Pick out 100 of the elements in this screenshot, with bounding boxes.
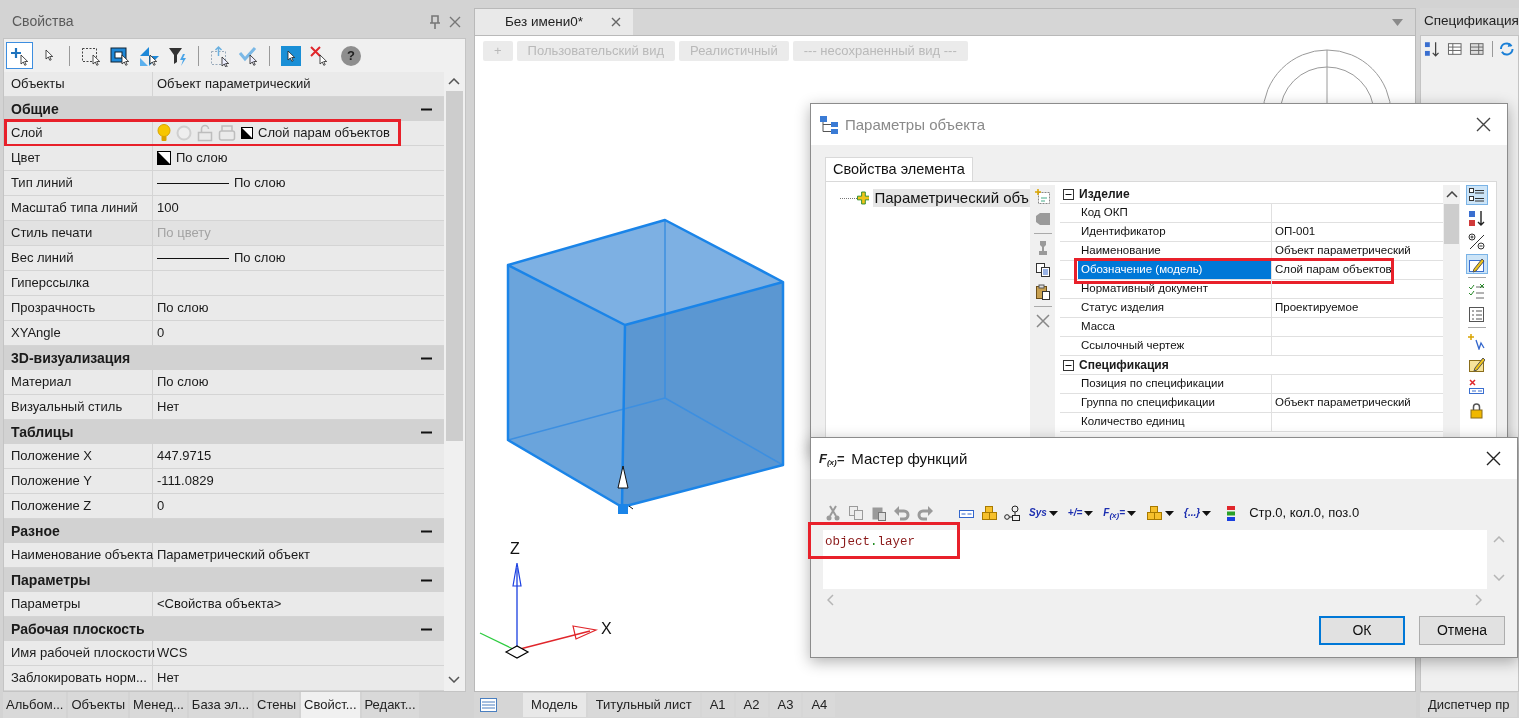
collapse-icon[interactable]	[1063, 188, 1074, 200]
document-tab[interactable]: Без имени0*	[475, 9, 633, 35]
property-name[interactable]: Количество единиц	[1078, 413, 1272, 431]
caret-icon[interactable]	[1127, 510, 1136, 516]
property-name: XYAngle	[4, 321, 153, 345]
property-value: По слою	[176, 150, 228, 166]
property-value: ОП-001	[1274, 224, 1317, 240]
property-value: 447.9715	[157, 448, 212, 464]
panel-tab[interactable]: Альбом...	[3, 692, 67, 718]
panel-tab[interactable]: Диспетчер пр	[1420, 693, 1518, 717]
property-name: Заблокировать норм...	[4, 666, 153, 690]
property-name[interactable]: Статус изделия	[1078, 299, 1272, 317]
panel-tab[interactable]: База эл...	[188, 692, 253, 718]
property-name[interactable]: Код ОКП	[1078, 204, 1272, 222]
dialog-tab[interactable]: Свойства элемента	[825, 157, 973, 181]
property-name[interactable]: Обозначение (модель)	[1078, 261, 1272, 279]
section-header[interactable]: 3D-визуализация	[4, 346, 444, 370]
sort-icon[interactable]	[1424, 41, 1440, 57]
node-tree-icon[interactable]	[1004, 504, 1021, 522]
table-icon[interactable]	[1446, 41, 1462, 57]
circle-icon	[176, 125, 192, 141]
property-name[interactable]: Ссылочный чертеж	[1078, 337, 1272, 355]
boxes-icon[interactable]	[981, 504, 998, 522]
property-value: Объект параметрический	[1274, 243, 1412, 259]
pin-icon[interactable]	[429, 14, 441, 29]
property-name: Положение Y	[4, 469, 153, 493]
collapse-icon[interactable]	[1063, 359, 1074, 371]
paste-icon[interactable]	[1034, 284, 1051, 300]
dialog-title: Параметры объекта	[845, 115, 986, 134]
hierarchy-icon	[819, 114, 839, 135]
property-name[interactable]: Нормативный документ	[1078, 280, 1272, 298]
chevron-up-icon[interactable]	[448, 78, 460, 85]
swatch-icon	[241, 127, 253, 139]
bulb-icon	[157, 124, 171, 142]
caret-icon[interactable]	[1165, 510, 1174, 516]
padlock-icon	[197, 124, 213, 142]
add-node-icon[interactable]	[1034, 189, 1051, 205]
property-name: Стиль печати	[4, 221, 153, 245]
section-header[interactable]: Разное	[4, 519, 444, 543]
function-symbol: F$_{(x)}$=	[819, 450, 845, 467]
dialog-button[interactable]: ОК	[1319, 616, 1405, 645]
property-value: По цвету	[157, 225, 211, 241]
help-button[interactable]: ?	[341, 45, 361, 66]
menu-button[interactable]: F$_{(x)}$=	[1101, 502, 1138, 524]
caret-icon[interactable]	[1048, 510, 1058, 516]
formula-editor[interactable]: object.layer	[823, 530, 1487, 589]
property-name: Тип линий	[4, 171, 153, 195]
swatch-icon	[157, 151, 171, 165]
property-value: По слою	[234, 175, 286, 191]
property-name: Параметры	[4, 592, 153, 616]
panel-tab[interactable]: Объекты	[68, 692, 129, 718]
property-value: По слою	[157, 374, 209, 390]
component-icon	[856, 191, 870, 205]
tree-item[interactable]: Параметрический объ	[873, 189, 1030, 207]
scroll-thumb[interactable]	[1444, 204, 1459, 244]
panel-tab[interactable]: Менед...	[130, 692, 187, 718]
menu-button[interactable]: Sys	[1027, 502, 1060, 524]
dialog-button[interactable]: Отмена	[1419, 616, 1505, 645]
layout-tab[interactable]: Модель	[523, 693, 586, 717]
caret-icon[interactable]	[1084, 510, 1094, 516]
table-icon[interactable]	[1469, 41, 1485, 57]
section-title: Общие	[11, 100, 59, 118]
section-title: 3D-визуализация	[11, 349, 131, 367]
axis-label: Z	[510, 540, 520, 557]
close-icon[interactable]	[1476, 117, 1491, 132]
property-name[interactable]: Наименование	[1078, 242, 1272, 260]
panel-tab[interactable]: Редакт...	[361, 692, 419, 718]
color-bars-icon[interactable]	[1227, 504, 1236, 522]
property-value: 100	[157, 200, 179, 216]
axis-label: X	[601, 620, 612, 637]
close-icon[interactable]	[1486, 451, 1501, 466]
panel-title: Свойства	[12, 13, 74, 30]
section-title: Параметры	[11, 571, 91, 589]
property-name[interactable]: Масса	[1078, 318, 1272, 336]
panel-tab[interactable]: Свойст...	[301, 692, 360, 718]
property-value: По слою	[157, 300, 209, 316]
section-header[interactable]: Параметры	[4, 568, 444, 592]
property-value: -111.0829	[157, 473, 214, 489]
property-name[interactable]: Группа по спецификации	[1078, 394, 1272, 412]
chevron-down-icon[interactable]	[448, 676, 460, 683]
copy-icon[interactable]	[1034, 262, 1051, 278]
caret-icon[interactable]	[1202, 510, 1212, 516]
scroll-thumb[interactable]	[445, 91, 463, 441]
property-name: Визуальный стиль	[4, 395, 153, 419]
chevron-up-icon[interactable]	[1445, 191, 1458, 198]
refresh-icon[interactable]	[1499, 41, 1515, 57]
section-header[interactable]: Таблицы	[4, 420, 444, 444]
property-name[interactable]: Идентификатор	[1078, 223, 1272, 241]
property-value: 0	[157, 498, 165, 514]
section-header[interactable]: Рабочая плоскость	[4, 617, 444, 641]
menu-button[interactable]: +/=	[1065, 502, 1096, 524]
cross-icon[interactable]	[1034, 313, 1051, 329]
property-name: Гиперссылка	[4, 271, 153, 295]
dialog-title: Мастер функций	[851, 449, 968, 468]
property-name: Слой	[4, 121, 153, 145]
property-name[interactable]: Позиция по спецификации	[1078, 375, 1272, 393]
section-title: Таблицы	[11, 423, 74, 441]
menu-button[interactable]: {...}	[1182, 502, 1214, 524]
section-header[interactable]: Общие	[4, 97, 444, 121]
panel-tab[interactable]: Стены	[254, 692, 299, 718]
